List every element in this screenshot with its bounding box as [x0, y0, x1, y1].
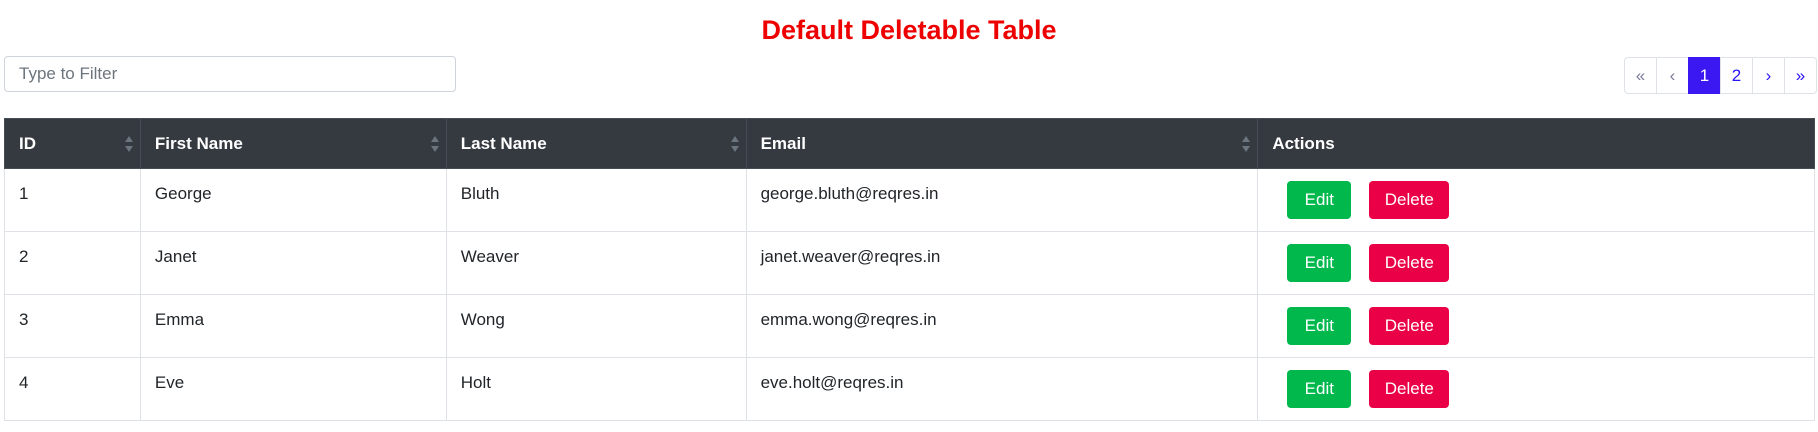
pagination-first-button[interactable]: « — [1624, 57, 1657, 94]
cell-id: 2 — [4, 231, 141, 295]
data-table: ID First Name Last Name Email Actions 1 … — [4, 118, 1815, 421]
pagination-page-2[interactable]: 2 — [1720, 57, 1753, 94]
cell-email-text: eve.holt@reqres.in — [760, 373, 904, 392]
cell-id: 3 — [4, 294, 141, 358]
cell-last-name: Bluth — [445, 168, 747, 232]
cell-email-text: emma.wong@reqres.in — [760, 310, 937, 329]
table-row: 4 Eve Holt eve.holt@reqres.in Edit Delete — [4, 357, 1815, 421]
column-header-label: ID — [19, 133, 36, 153]
column-header-email[interactable]: Email — [745, 118, 1259, 169]
column-header-first-name[interactable]: First Name — [139, 118, 447, 169]
cell-last-name-text: Wong — [460, 310, 505, 329]
cell-last-name: Wong — [445, 294, 747, 358]
cell-email: eve.holt@reqres.in — [745, 357, 1259, 421]
delete-button[interactable]: Delete — [1369, 307, 1450, 345]
column-header-actions: Actions — [1257, 118, 1815, 169]
delete-button[interactable]: Delete — [1369, 370, 1450, 408]
pagination: « ‹ 1 2 › » — [1624, 57, 1817, 94]
column-header-label: First Name — [154, 133, 243, 153]
cell-id-text: 3 — [19, 310, 29, 329]
cell-last-name-text: Weaver — [460, 247, 519, 266]
cell-email-text: george.bluth@reqres.in — [760, 184, 939, 203]
cell-last-name-text: Bluth — [460, 184, 500, 203]
sort-icon[interactable] — [430, 134, 440, 154]
delete-button[interactable]: Delete — [1369, 244, 1450, 282]
sort-icon[interactable] — [1241, 134, 1251, 154]
cell-first-name-text: Janet — [154, 247, 197, 266]
column-header-label: Email — [760, 133, 806, 153]
table-row: 1 George Bluth george.bluth@reqres.in Ed… — [4, 168, 1815, 232]
cell-id-text: 1 — [19, 184, 29, 203]
cell-last-name-text: Holt — [460, 373, 491, 392]
column-header-label: Last Name — [460, 133, 547, 153]
column-header-label: Actions — [1272, 133, 1335, 153]
table-row: 2 Janet Weaver janet.weaver@reqres.in Ed… — [4, 231, 1815, 295]
pagination-prev-button[interactable]: ‹ — [1656, 57, 1689, 94]
table-row: 3 Emma Wong emma.wong@reqres.in Edit Dele… — [4, 294, 1815, 358]
cell-email-text: janet.weaver@reqres.in — [760, 247, 941, 266]
sort-icon[interactable] — [730, 134, 740, 154]
column-header-last-name[interactable]: Last Name — [445, 118, 747, 169]
page: Default Deletable Table « ‹ 1 2 › » ID — [0, 0, 1818, 432]
cell-first-name: Janet — [139, 231, 447, 295]
cell-last-name: Weaver — [445, 231, 747, 295]
edit-button[interactable]: Edit — [1287, 370, 1352, 408]
cell-id-text: 2 — [19, 247, 29, 266]
cell-id: 4 — [4, 357, 141, 421]
cell-email: janet.weaver@reqres.in — [745, 231, 1259, 295]
edit-button[interactable]: Edit — [1287, 244, 1352, 282]
page-title: Default Deletable Table — [761, 15, 1057, 45]
cell-last-name: Holt — [445, 357, 747, 421]
cell-email: george.bluth@reqres.in — [745, 168, 1259, 232]
cell-first-name: Eve — [139, 357, 447, 421]
edit-button[interactable]: Edit — [1287, 181, 1352, 219]
cell-actions: Edit Delete — [1257, 168, 1815, 232]
table-header-row: ID First Name Last Name Email Actions — [4, 118, 1815, 169]
cell-actions: Edit Delete — [1257, 231, 1815, 295]
filter-input[interactable] — [4, 56, 456, 92]
cell-first-name: George — [139, 168, 447, 232]
cell-first-name-text: George — [154, 184, 212, 203]
pagination-last-button[interactable]: » — [1784, 57, 1817, 94]
cell-first-name: Emma — [139, 294, 447, 358]
sort-icon[interactable] — [124, 134, 134, 154]
cell-actions: Edit Delete — [1257, 357, 1815, 421]
cell-first-name-text: Emma — [154, 310, 205, 329]
cell-id-text: 4 — [19, 373, 29, 392]
cell-email: emma.wong@reqres.in — [745, 294, 1259, 358]
pagination-page-1[interactable]: 1 — [1688, 57, 1721, 94]
pagination-next-button[interactable]: › — [1752, 57, 1785, 94]
delete-button[interactable]: Delete — [1369, 181, 1450, 219]
cell-first-name-text: Eve — [154, 373, 185, 392]
edit-button[interactable]: Edit — [1287, 307, 1352, 345]
column-header-id[interactable]: ID — [4, 118, 141, 169]
cell-actions: Edit Delete — [1257, 294, 1815, 358]
cell-id: 1 — [4, 168, 141, 232]
